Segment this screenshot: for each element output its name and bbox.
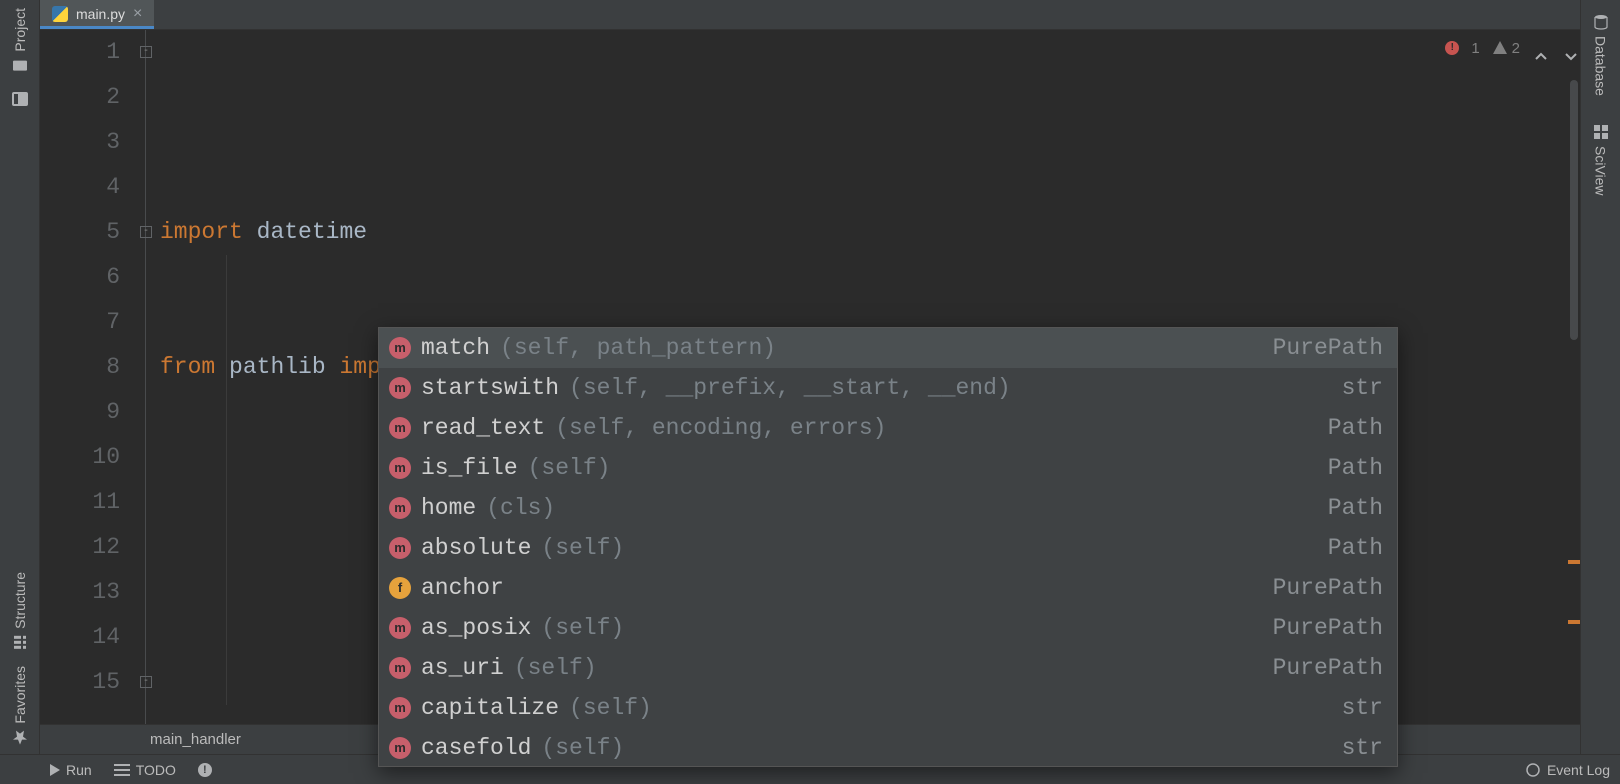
fold-column: - - - — [140, 30, 160, 754]
problems-tool-button[interactable]: ! — [198, 763, 212, 777]
completion-name: read_text — [421, 408, 545, 448]
completion-name: absolute — [421, 528, 531, 568]
completion-params: (self) — [569, 688, 652, 728]
completion-type: PurePath — [1273, 648, 1383, 688]
warning-count: 2 — [1512, 26, 1520, 71]
error-icon: ! — [1445, 41, 1459, 55]
completion-item[interactable]: m read_text(self, encoding, errors) Path — [379, 408, 1397, 448]
completion-item[interactable]: fanchor PurePath — [379, 568, 1397, 608]
completion-type: str — [1342, 728, 1383, 767]
completion-type: PurePath — [1273, 328, 1383, 368]
completion-item[interactable]: mhome(cls) Path — [379, 488, 1397, 528]
editor-scrollbar[interactable] — [1566, 70, 1580, 754]
completion-type: Path — [1328, 528, 1383, 568]
scrollbar-warning-mark[interactable] — [1568, 620, 1580, 624]
completion-name: anchor — [421, 568, 504, 608]
code-completion-popup[interactable]: mmatch(self, path_pattern)PurePathmstart… — [378, 327, 1398, 767]
completion-item[interactable]: m startswith(self, __prefix, __start, __e… — [379, 368, 1397, 408]
completion-name: as_posix — [421, 608, 531, 648]
database-label: Database — [1593, 36, 1609, 96]
completion-type: str — [1342, 688, 1383, 728]
completion-name: home — [421, 488, 476, 528]
fold-toggle-icon[interactable]: - — [140, 46, 152, 58]
completion-params: (self) — [514, 648, 597, 688]
prev-highlight-button[interactable] — [1532, 39, 1550, 57]
method-icon: m — [389, 697, 411, 719]
completion-name: as_uri — [421, 648, 504, 688]
method-icon: m — [389, 617, 411, 639]
method-icon: m — [389, 737, 411, 759]
project-tool[interactable]: Project — [12, 0, 28, 82]
event-log-button[interactable]: Event Log — [1525, 762, 1610, 778]
completion-params: (self) — [528, 448, 611, 488]
completion-item[interactable]: m absolute(self) Path — [379, 528, 1397, 568]
completion-type: Path — [1328, 408, 1383, 448]
next-highlight-button[interactable] — [1562, 39, 1580, 57]
scrollbar-thumb[interactable] — [1570, 80, 1578, 340]
completion-params: (cls) — [486, 488, 555, 528]
method-icon: m — [389, 337, 411, 359]
completion-name: match — [421, 328, 490, 368]
completion-item[interactable]: mmatch(self, path_pattern) PurePath — [379, 328, 1397, 368]
completion-params: (self, path_pattern) — [500, 328, 776, 368]
editor-tab-main[interactable]: main.py × — [40, 0, 154, 29]
problems-icon: ! — [198, 763, 212, 777]
completion-name: casefold — [421, 728, 531, 767]
structure-tool[interactable]: Structure — [12, 564, 28, 659]
method-icon: m — [389, 657, 411, 679]
todo-icon — [114, 764, 130, 776]
method-icon: m — [389, 457, 411, 479]
tab-label: main.py — [76, 6, 125, 22]
completion-item[interactable]: m is_file(self) Path — [379, 448, 1397, 488]
completion-type: Path — [1328, 448, 1383, 488]
breadcrumb-item[interactable]: main_handler — [150, 731, 241, 748]
project-label: Project — [12, 8, 28, 52]
field-icon: f — [389, 577, 411, 599]
completion-name: is_file — [421, 448, 518, 488]
play-icon — [50, 764, 60, 776]
run-tool-button[interactable]: Run — [50, 762, 92, 778]
completion-type: PurePath — [1273, 568, 1383, 608]
inspections-widget[interactable]: ! 1 2 — [1445, 33, 1580, 63]
completion-name: capitalize — [421, 688, 559, 728]
close-tab-icon[interactable]: × — [133, 6, 142, 22]
completion-type: Path — [1328, 488, 1383, 528]
folder-icon[interactable] — [12, 92, 28, 106]
completion-name: startswith — [421, 368, 559, 408]
completion-item[interactable]: m as_posix(self) PurePath — [379, 608, 1397, 648]
completion-item[interactable]: m as_uri(self) PurePath — [379, 648, 1397, 688]
fold-toggle-icon[interactable]: - — [140, 676, 152, 688]
completion-type: str — [1342, 368, 1383, 408]
completion-params: (self) — [541, 528, 624, 568]
completion-type: PurePath — [1273, 608, 1383, 648]
completion-params: (self, encoding, errors) — [555, 408, 886, 448]
favorites-label: Favorites — [12, 666, 28, 724]
favorites-tool[interactable]: Favorites — [12, 658, 28, 754]
line-gutter: 1 2 3 4 5 6 7 8 9 10 11 12 13 14 15 — [40, 30, 140, 754]
left-tool-strip: Project Structure Favorites — [0, 0, 40, 754]
event-log-icon — [1525, 762, 1541, 778]
completion-params: (self) — [541, 728, 624, 767]
scrollbar-warning-mark[interactable] — [1568, 560, 1580, 564]
method-icon: m — [389, 537, 411, 559]
method-icon: m — [389, 417, 411, 439]
todo-tool-button[interactable]: TODO — [114, 762, 176, 778]
database-tool[interactable]: Database — [1593, 0, 1609, 110]
method-icon: m — [389, 497, 411, 519]
warning-icon: 2 — [1492, 26, 1520, 71]
completion-item[interactable]: m casefold (self) str — [379, 728, 1397, 767]
completion-params: (self, __prefix, __start, __end) — [569, 368, 1011, 408]
completion-params: (self) — [541, 608, 624, 648]
fold-toggle-icon[interactable]: - — [140, 226, 152, 238]
error-count: 1 — [1471, 26, 1479, 71]
python-file-icon — [52, 6, 68, 22]
completion-item[interactable]: m capitalize(self) str — [379, 688, 1397, 728]
right-tool-strip: Database SciView — [1580, 0, 1620, 754]
structure-label: Structure — [12, 572, 28, 629]
editor-tab-bar: main.py × — [40, 0, 1580, 30]
method-icon: m — [389, 377, 411, 399]
